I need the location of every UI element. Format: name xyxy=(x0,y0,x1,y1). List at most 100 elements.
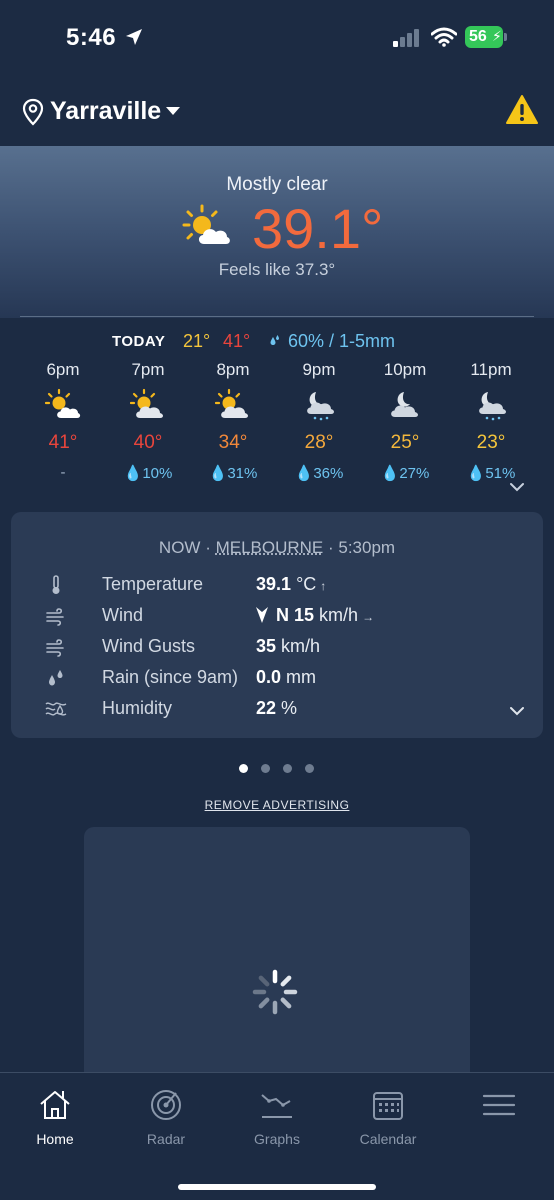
tab-calendar[interactable]: Calendar xyxy=(333,1087,443,1147)
partly-cloudy-sun-icon xyxy=(182,204,230,244)
hour-rain: 💧10% xyxy=(123,465,173,482)
tab-label: Home xyxy=(36,1131,74,1147)
battery-level: 56 xyxy=(469,28,487,45)
tab-radar[interactable]: Radar xyxy=(111,1087,221,1147)
hour-forecast: 11pm 23° 💧51% xyxy=(448,360,534,482)
hour-time: 6pm xyxy=(46,360,80,379)
today-rain-chance: 60% / 1-5mm xyxy=(288,331,396,351)
observation-value: 39.1 °C ↑ xyxy=(256,574,326,595)
page-dot[interactable] xyxy=(283,764,292,773)
chevron-down-icon[interactable] xyxy=(510,482,524,492)
observation-number: 39.1 xyxy=(256,574,292,594)
observation-row: Wind Gusts 35 km/h xyxy=(11,632,543,662)
rain-drops-icon xyxy=(49,670,63,686)
hour-temp: 25° xyxy=(390,432,420,453)
today-max-temp: 41° xyxy=(223,331,251,351)
observation-row: Rain (since 9am) 0.0 mm xyxy=(11,663,543,693)
hamburger-menu-icon xyxy=(482,1094,516,1116)
hour-rain-value: 31% xyxy=(227,465,258,482)
chevron-down-icon[interactable] xyxy=(166,107,180,116)
observation-number: 35 xyxy=(256,636,277,656)
divider xyxy=(20,316,534,317)
battery-indicator: 56 ⚡ xyxy=(465,26,507,48)
warning-icon[interactable] xyxy=(505,94,539,126)
observation-label: Humidity xyxy=(102,698,173,718)
moon-cloud-rain-icon xyxy=(307,392,334,421)
hour-rain-value: 51% xyxy=(485,465,516,482)
observations-card[interactable]: NOW · MELBOURNE · 5:30pm Temperature 39.… xyxy=(11,512,543,738)
page-indicator[interactable] xyxy=(239,764,319,774)
observation-label: Rain (since 9am) xyxy=(102,667,239,687)
observation-unit: mm xyxy=(286,667,317,687)
current-temperature: 39.1° xyxy=(252,197,384,260)
location-arrow-icon xyxy=(126,29,142,45)
hour-forecast: 10pm 25° 💧27% xyxy=(362,360,448,482)
hour-time: 10pm xyxy=(383,360,427,379)
hour-rain-value: - xyxy=(60,464,66,481)
moon-cloud-rain-icon xyxy=(479,392,506,421)
loading-spinner-icon xyxy=(252,969,298,1015)
graph-icon xyxy=(261,1094,292,1118)
tab-home[interactable]: Home xyxy=(0,1087,110,1147)
observation-unit: °C xyxy=(296,574,317,594)
radar-icon xyxy=(151,1090,181,1120)
observation-row: Temperature 39.1 °C ↑ xyxy=(11,570,543,600)
observation-value: 22 % xyxy=(256,698,297,719)
hourly-forecast[interactable]: 6pm 41° - 7pm 40° 💧10% 8pm 34° 💧31% 9pm … xyxy=(20,360,534,482)
hour-time: 9pm xyxy=(302,360,336,379)
hour-forecast: 6pm 41° - xyxy=(20,360,106,481)
hour-forecast: 9pm 28° 💧36% xyxy=(276,360,362,482)
remove-advertising-link[interactable]: REMOVE ADVERTISING xyxy=(0,798,554,812)
hour-rain: - xyxy=(20,464,106,481)
today-min-temp: 21° xyxy=(183,331,211,351)
thermometer-icon xyxy=(52,575,60,594)
location-selector[interactable]: Yarraville xyxy=(50,97,161,126)
page-dot[interactable] xyxy=(261,764,270,773)
home-icon xyxy=(40,1091,70,1119)
hour-rain-value: 10% xyxy=(142,465,173,482)
observation-row: Wind N 15 km/h → xyxy=(11,601,543,631)
page-dot[interactable] xyxy=(239,764,248,773)
observations-prefix: NOW · xyxy=(158,538,216,557)
hour-time: 8pm xyxy=(216,360,250,379)
hour-rain: 💧51% xyxy=(466,465,516,482)
observation-unit: km/h xyxy=(319,605,359,625)
observations-time: · 5:30pm xyxy=(323,538,396,557)
observation-label: Temperature xyxy=(102,574,204,594)
tab-menu[interactable] xyxy=(444,1087,554,1131)
moon-cloud-icon xyxy=(391,392,418,417)
tab-label: Calendar xyxy=(359,1131,417,1147)
partly-cloudy-sun-icon xyxy=(215,388,248,418)
tab-graphs[interactable]: Graphs xyxy=(222,1087,332,1147)
observation-label: Wind Gusts xyxy=(102,636,196,656)
charging-bolt-icon: ⚡ xyxy=(492,28,502,44)
hour-temp: 40° xyxy=(133,432,163,453)
hour-rain-value: 27% xyxy=(399,465,430,482)
status-time: 5:46 xyxy=(66,24,117,51)
feels-like: Feels like 37.3° xyxy=(218,260,336,279)
station-link[interactable]: MELBOURNE xyxy=(216,538,324,557)
wind-icon xyxy=(46,608,64,626)
hour-temp: 34° xyxy=(218,432,248,453)
observation-label: Wind xyxy=(102,605,144,625)
calendar-icon xyxy=(373,1092,403,1120)
ad-placeholder xyxy=(84,827,470,1087)
hour-time: 11pm xyxy=(470,360,512,379)
observation-number: 22 xyxy=(256,698,277,718)
hour-temp: 41° xyxy=(48,432,78,453)
rain-drops-icon xyxy=(270,335,279,345)
today-summary: TODAY 21° 41° 60% / 1-5mm xyxy=(0,330,554,356)
observation-row: Humidity 22 % xyxy=(11,694,543,724)
observation-number: N 15 xyxy=(276,605,315,625)
hour-forecast: 7pm 40° 💧10% xyxy=(105,360,191,482)
current-conditions: Mostly clear 39.1° Feels like 37.3° xyxy=(0,146,554,318)
wifi-icon xyxy=(431,27,457,47)
observation-value: 0.0 mm xyxy=(256,667,316,688)
page-dot[interactable] xyxy=(305,764,314,773)
chevron-down-icon[interactable] xyxy=(510,706,524,716)
status-bar: 5:46 56 ⚡ xyxy=(0,0,554,74)
observations-heading: NOW · MELBOURNE · 5:30pm xyxy=(11,538,543,558)
location-pin-icon[interactable] xyxy=(22,98,44,126)
hour-rain: 💧27% xyxy=(380,465,430,482)
observation-value: 35 km/h xyxy=(256,636,320,657)
